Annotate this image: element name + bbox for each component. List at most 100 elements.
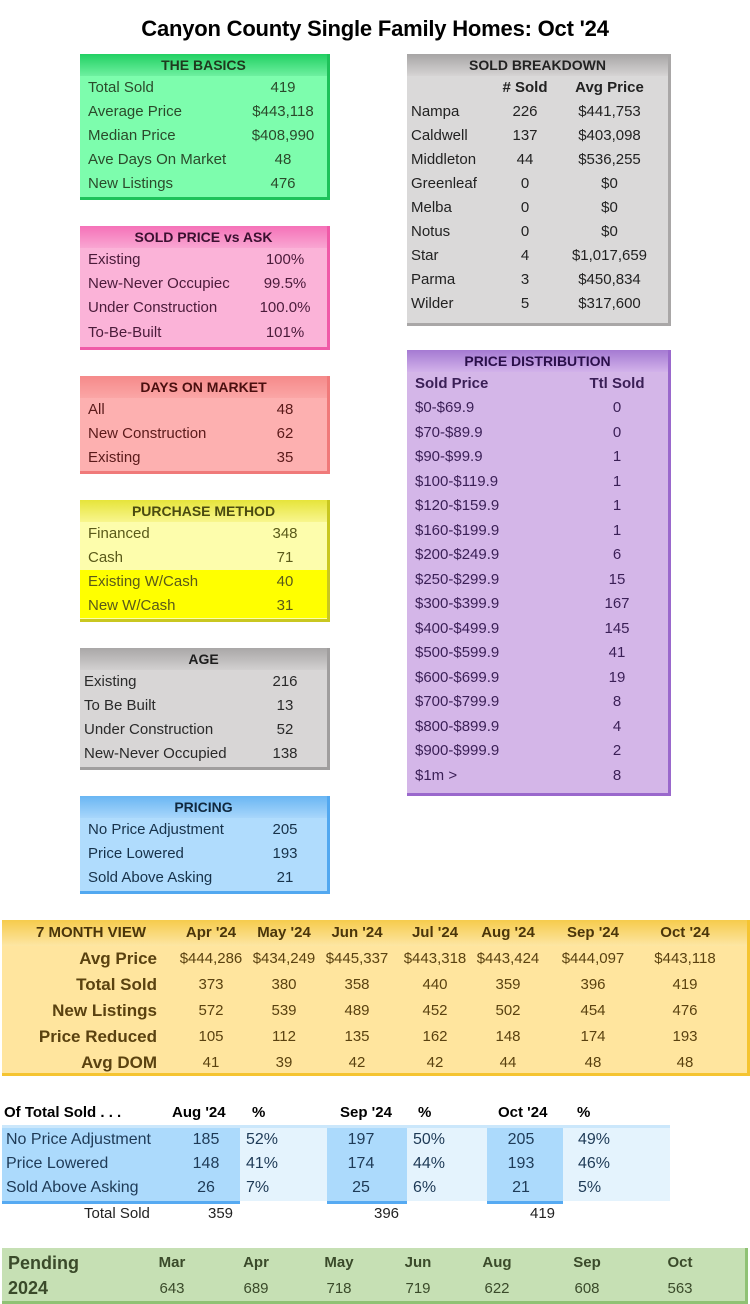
seven-month-header-row: 7 MONTH VIEW Apr '24 May '24 Jun '24 Jul '2…	[2, 920, 747, 946]
count-value: 25	[352, 1179, 370, 1196]
row-label: New Construction	[88, 425, 207, 442]
row-value: $443,118	[252, 103, 314, 120]
row-value: 348	[272, 525, 298, 542]
column-header-avg-price: Avg Price	[575, 79, 644, 96]
panel-header: SOLD BREAKDOWN	[407, 54, 668, 76]
month-header: Sep '24	[567, 924, 619, 941]
row-value: 62	[276, 425, 294, 442]
distribution-row: $70-$89.9 0	[407, 421, 668, 446]
of-total-sold-row: Price Lowered 148 41% 174 44% 193 46%	[2, 1152, 670, 1176]
sold-breakdown-panel: SOLD BREAKDOWN # Sold Avg Price Nampa 226…	[407, 54, 671, 326]
percent-header: %	[577, 1104, 591, 1121]
count-value: 21	[512, 1179, 530, 1196]
month-header: Jun '24	[331, 924, 383, 941]
seven-month-row: Avg Price $444,286 $434,249 $445,337 $443,31…	[2, 946, 747, 972]
pending-value: 563	[667, 1280, 693, 1297]
row-value: 100%	[265, 251, 305, 268]
age-row: Existing 216	[80, 670, 327, 694]
dom-row: All 48	[80, 398, 327, 422]
pending-value: 689	[243, 1280, 269, 1297]
row-value: 193	[272, 845, 298, 862]
avg-price: $0	[601, 199, 618, 216]
metric-label: Total Sold	[76, 975, 157, 994]
row-value: 101%	[265, 324, 305, 341]
pending-value: 622	[484, 1280, 510, 1297]
distribution-row: $500-$599.9 41	[407, 641, 668, 666]
pending-month: Oct	[667, 1254, 693, 1271]
row-value: 48	[276, 401, 294, 418]
purchase-row-highlighted: Existing W/Cash 40	[80, 570, 327, 594]
pending-year: 2024	[8, 1278, 49, 1298]
metric-value: 44	[499, 1054, 517, 1071]
metric-value: 174	[580, 1028, 606, 1045]
avg-price: $317,600	[578, 295, 641, 312]
city-name: Greenleaf	[411, 175, 477, 192]
price-range: $1m >	[415, 766, 458, 784]
metric-value: 359	[495, 976, 521, 993]
metric-value: 135	[344, 1028, 370, 1045]
percent-value: 7%	[246, 1179, 270, 1196]
distribution-row: $0-$69.9 0	[407, 396, 668, 421]
distribution-row: $400-$499.9 145	[407, 617, 668, 642]
percent-value: 5%	[578, 1179, 602, 1196]
row-value: 48	[274, 151, 292, 168]
row-value: 476	[270, 175, 296, 192]
metric-label: Avg Price	[79, 949, 157, 968]
total-sold: 0	[612, 423, 622, 441]
price-range: $700-$799.9	[415, 693, 500, 710]
percent-value: 6%	[413, 1179, 437, 1196]
panel-header: DAYS ON MARKET	[80, 376, 327, 398]
of-total-sold-row: Sold Above Asking 26 7% 25 6% 21 5%	[2, 1176, 670, 1200]
row-label: To-Be-Built	[88, 324, 162, 341]
percent-value: 41%	[246, 1155, 279, 1172]
distribution-column-headers: Sold Price Ttl Sold	[407, 372, 668, 396]
metric-label: New Listings	[52, 1001, 157, 1020]
row-label: No Price Adjustment	[6, 1131, 151, 1148]
breakdown-row: Greenleaf 0 $0	[407, 172, 668, 196]
percent-value: 52%	[246, 1131, 279, 1148]
distribution-row: $120-$159.9 1	[407, 494, 668, 519]
pending-value: 643	[159, 1280, 185, 1297]
avg-price: $403,098	[578, 127, 641, 144]
breakdown-row: Wilder 5 $317,600	[407, 292, 668, 316]
sold-count: 0	[520, 223, 530, 240]
price-distribution-panel: PRICE DISTRIBUTION Sold Price Ttl Sold $…	[407, 350, 671, 796]
sold-count: 5	[520, 295, 530, 312]
metric-value: 454	[580, 1002, 606, 1019]
row-label: New W/Cash	[88, 597, 176, 614]
row-value: 13	[276, 697, 294, 714]
row-value: 71	[276, 549, 294, 566]
age-panel: AGE Existing 216 To Be Built 13 Under Cons…	[80, 648, 330, 770]
seven-month-row: Total Sold 373 380 358 440 359 396 419	[2, 972, 747, 998]
total-sold: 1	[612, 521, 622, 539]
distribution-row: $200-$249.9 6	[407, 543, 668, 568]
pending-month: Apr	[243, 1254, 269, 1271]
count-value: 197	[347, 1131, 375, 1148]
total-sold: 15	[608, 570, 626, 588]
sold-count: 3	[520, 271, 530, 288]
city-name: Wilder	[411, 295, 454, 312]
period-header: Oct '24	[498, 1104, 548, 1121]
seven-month-title: 7 MONTH VIEW	[36, 924, 147, 941]
sold-count: 0	[520, 175, 530, 192]
row-value: 216	[272, 673, 298, 690]
distribution-row: $700-$799.9 8	[407, 690, 668, 715]
row-label: Existing	[84, 673, 137, 690]
row-label: Median Price	[88, 127, 176, 144]
row-label: Financed	[88, 525, 150, 542]
city-name: Notus	[411, 223, 451, 240]
breakdown-row: Middleton 44 $536,255	[407, 148, 668, 172]
row-value: 205	[272, 821, 298, 838]
sold-vs-ask-panel: SOLD PRICE vs ASK Existing 100% New-Never…	[80, 226, 330, 350]
basics-panel: THE BASICS Total Sold 419 Average Price $4…	[80, 54, 330, 200]
panel-header: AGE	[80, 648, 327, 670]
of-total-sold-table: No Price Adjustment 185 52% 197 50% 205 49% Pri…	[2, 1125, 670, 1204]
total-sold: 19	[608, 668, 626, 686]
age-row: To Be Built 13	[80, 694, 327, 718]
price-range: $800-$899.9	[415, 717, 500, 735]
price-range: $600-$699.9	[415, 668, 500, 686]
metric-label: Avg DOM	[81, 1053, 157, 1072]
total-sold: 8	[612, 693, 622, 710]
price-range: $300-$399.9	[415, 595, 500, 612]
row-label: Existing	[88, 251, 141, 268]
